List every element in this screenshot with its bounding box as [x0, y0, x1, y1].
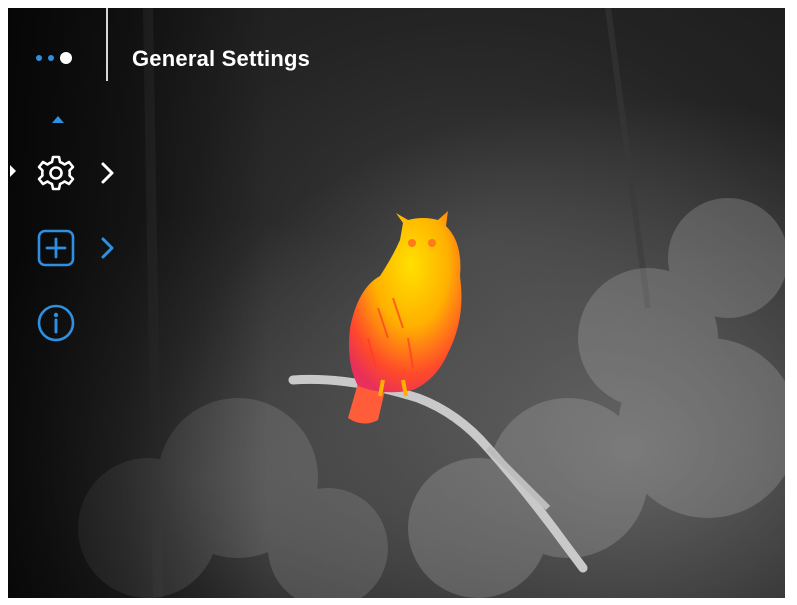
page-indicator [36, 52, 72, 64]
add-square-icon [37, 229, 75, 267]
chevron-right-icon [101, 162, 114, 184]
selection-marker-icon [10, 165, 16, 177]
info-icon [37, 304, 75, 342]
header-divider [106, 8, 108, 81]
page-dot-active [60, 52, 72, 64]
menu-item-info[interactable] [8, 298, 138, 348]
page-dot [36, 55, 42, 61]
menu-item-general-settings[interactable] [8, 148, 138, 198]
page-dot [48, 55, 54, 61]
chevron-right-icon [101, 237, 114, 259]
scroll-up-indicator-icon[interactable] [52, 116, 64, 123]
menu-item-add[interactable] [8, 223, 138, 273]
header-bar: General Settings [8, 8, 785, 108]
thermal-viewport: General Settings [8, 8, 785, 598]
page-title: General Settings [132, 46, 311, 71]
gear-icon [37, 155, 75, 191]
